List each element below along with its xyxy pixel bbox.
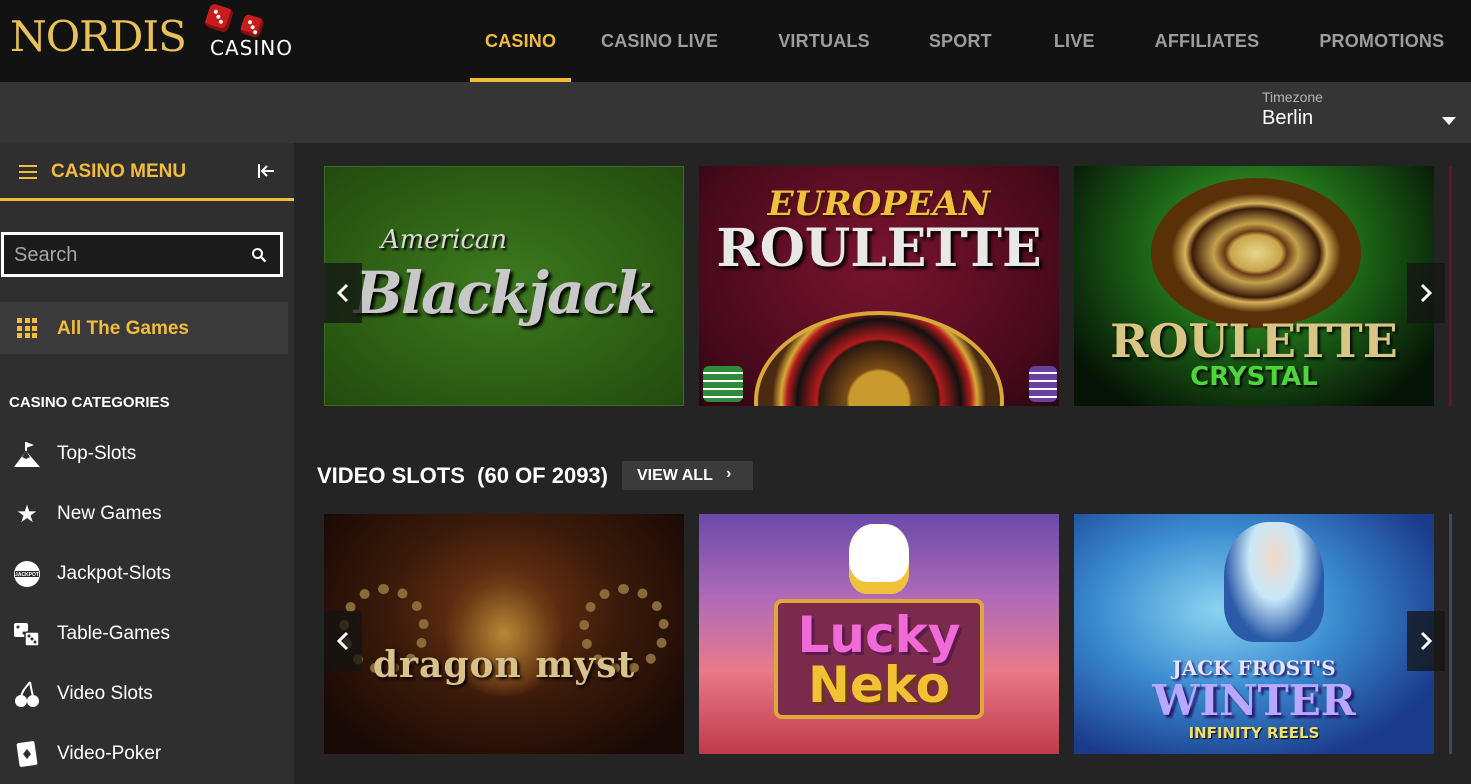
view-all-label: VIEW ALL [637, 467, 713, 484]
casino-menu-title: CASINO MENU [51, 161, 187, 182]
category-jackpot-slots[interactable]: JACKPOT Jackpot-Slots [0, 549, 294, 597]
all-the-games-button[interactable]: All The Games [0, 302, 288, 354]
nav-live[interactable]: LIVE [1054, 0, 1095, 82]
dice-icon [14, 623, 40, 647]
jack-frost-character-graphic [1224, 522, 1324, 642]
category-new-games[interactable]: ★ New Games [0, 489, 294, 537]
main-nav: CASINO CASINO LIVE VIRTUALS SPORT LIVE A… [470, 0, 1444, 82]
chevron-left-icon [336, 283, 349, 303]
game-tile-jack-frosts-winter[interactable]: JACK FROST'S WINTER INFINITY REELS [1074, 514, 1434, 754]
star-icon: ★ [16, 500, 38, 528]
chevron-right-icon: › [726, 465, 732, 482]
search-input[interactable] [14, 242, 234, 268]
view-all-button[interactable]: VIEW ALL › [622, 461, 753, 490]
caret-down-icon[interactable] [1442, 117, 1456, 125]
chips-graphic [703, 366, 743, 402]
games-content: American Blackjack EUROPEAN ROULETTE ROU… [294, 143, 1471, 784]
chevron-right-icon [1420, 631, 1433, 651]
collapse-sidebar-icon[interactable] [256, 161, 276, 181]
roulette-wheel-graphic [754, 311, 1004, 406]
nav-casino[interactable]: CASINO [470, 0, 571, 82]
game-subtitle: Neko [807, 656, 951, 714]
mountain-flag-icon [14, 442, 40, 467]
timezone-select[interactable]: Berlin [1262, 107, 1313, 130]
carousel-next-button[interactable] [1407, 263, 1445, 323]
game-title-main: WINTER [1152, 676, 1356, 725]
casino-sidebar: CASINO MENU All The Games CASINO CATEGOR… [0, 143, 294, 784]
carousel-prev-button[interactable] [324, 263, 362, 323]
logo-wordmark: NORDIS [10, 12, 187, 61]
casino-menu-header: CASINO MENU [0, 143, 294, 201]
logo-subtext: CASINO [210, 36, 293, 60]
search-field[interactable] [1, 232, 283, 277]
roulette-wheel-graphic [1151, 178, 1361, 328]
carousel-next-button[interactable] [1407, 611, 1445, 671]
category-label: Jackpot-Slots [57, 563, 172, 584]
jackpot-icon: JACKPOT [14, 561, 40, 587]
category-label: Top-Slots [57, 443, 137, 464]
category-label: Video Slots [57, 683, 153, 704]
chevron-left-icon [336, 631, 349, 651]
cherry-icon [15, 681, 39, 707]
section-title: VIDEO SLOTS [317, 463, 465, 488]
all-the-games-label: All The Games [57, 318, 189, 339]
category-video-slots[interactable]: Video Slots [0, 669, 294, 717]
category-label: Video-Poker [57, 743, 162, 764]
nav-virtuals[interactable]: VIRTUALS [778, 0, 870, 82]
section-count: (60 OF 2093) [477, 463, 608, 488]
nordis-casino-logo[interactable]: NORDIS CASINO [10, 2, 310, 72]
category-label: Table-Games [57, 623, 170, 644]
game-title-main: dragon myst [372, 644, 636, 686]
next-tile-peek [1449, 514, 1452, 754]
game-tile-dragon-myst[interactable]: dragon myst [324, 514, 684, 754]
game-title-main: Blackjack [353, 259, 656, 327]
game-tile-european-roulette[interactable]: EUROPEAN ROULETTE [699, 166, 1059, 406]
card-icon [16, 741, 38, 767]
chevron-right-icon [1420, 283, 1433, 303]
casino-categories-heading: CASINO CATEGORIES [9, 394, 170, 411]
game-tile-american-blackjack[interactable]: American Blackjack [324, 166, 684, 406]
chips-graphic [1029, 366, 1057, 402]
game-subtitle: INFINITY REELS [1188, 724, 1320, 742]
category-label: New Games [57, 503, 162, 524]
game-title-main: ROULETTE [716, 218, 1042, 279]
carousel-prev-button[interactable] [324, 611, 362, 671]
dice-icon [239, 13, 265, 39]
nav-sport[interactable]: SPORT [929, 0, 992, 82]
svg-text:JACKPOT: JACKPOT [15, 572, 39, 578]
next-tile-peek [1449, 166, 1452, 406]
video-slots-heading: VIDEO SLOTS (60 OF 2093) [317, 463, 608, 489]
category-video-poker[interactable]: Video-Poker [0, 729, 294, 777]
cat-figurine-graphic [849, 524, 909, 594]
category-table-games[interactable]: Table-Games [0, 609, 294, 657]
game-title-top: American [380, 225, 508, 255]
search-icon[interactable] [251, 247, 267, 263]
nav-promotions[interactable]: PROMOTIONS [1319, 0, 1444, 82]
nav-casino-live[interactable]: CASINO LIVE [601, 0, 718, 82]
hamburger-icon[interactable] [19, 165, 37, 179]
game-tile-roulette-crystal[interactable]: ROULETTE CRYSTAL [1074, 166, 1434, 406]
category-top-slots[interactable]: Top-Slots [0, 429, 294, 477]
timezone-label: Timezone [1262, 89, 1323, 105]
top-navigation-bar: NORDIS CASINO CASINO CASINO LIVE VIRTUAL… [0, 0, 1471, 82]
game-tile-lucky-neko[interactable]: Lucky Neko [699, 514, 1059, 754]
dice-icon [203, 2, 235, 34]
nav-affiliates[interactable]: AFFILIATES [1155, 0, 1260, 82]
game-title-top: ROULETTE [1110, 314, 1398, 368]
game-title-main: CRYSTAL [1190, 362, 1318, 392]
timezone-bar: Timezone Berlin [0, 82, 1471, 143]
grid-icon [17, 318, 37, 338]
